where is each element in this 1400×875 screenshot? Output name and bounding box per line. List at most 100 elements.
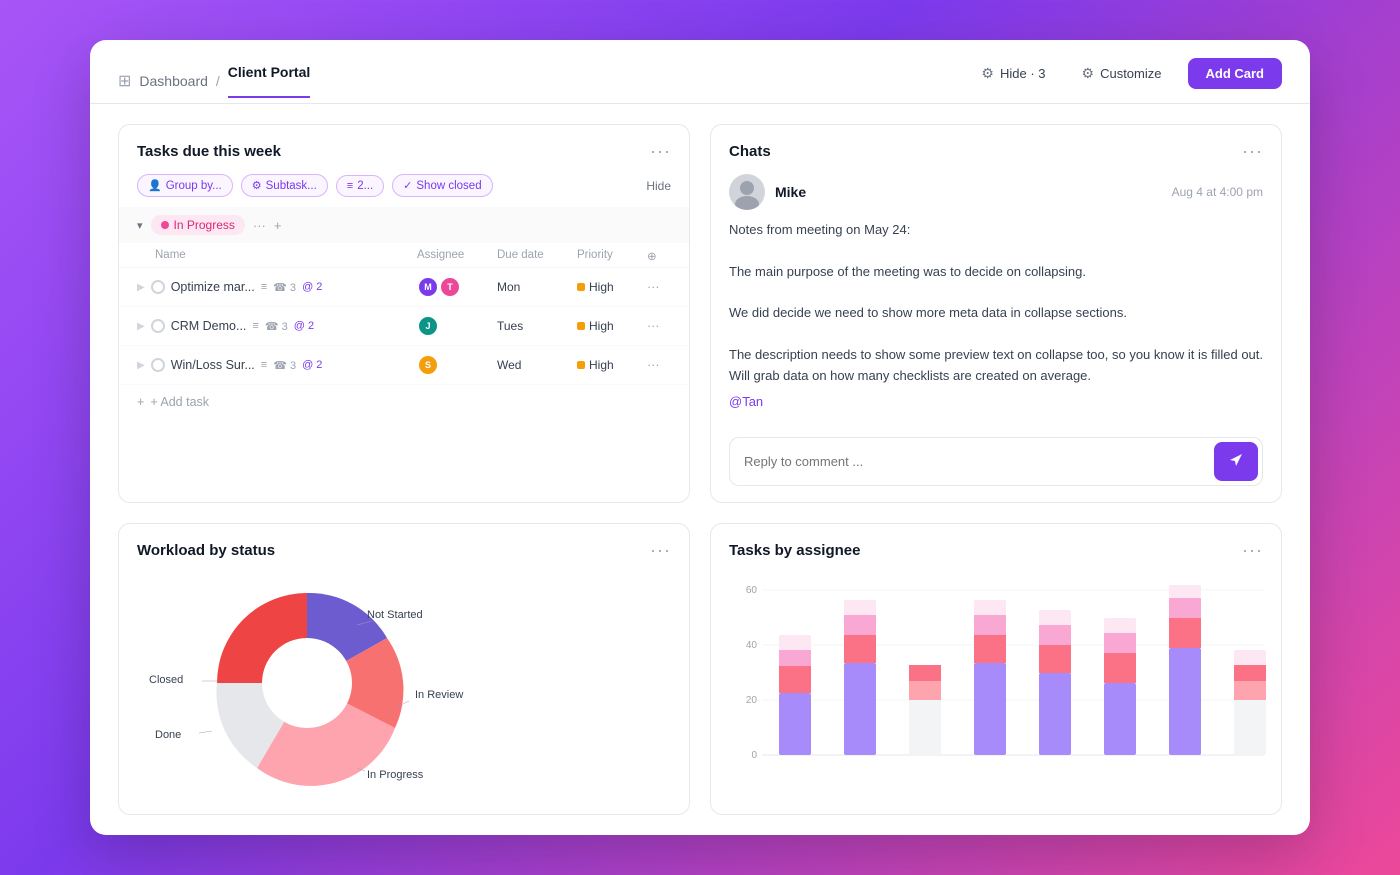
priority-indicator	[577, 361, 585, 369]
task-name[interactable]: Win/Loss Sur...	[171, 358, 255, 372]
priority-label: High	[589, 280, 614, 294]
priority-badge: High	[577, 280, 647, 294]
assignee-avatars: S	[417, 354, 497, 376]
svg-text:Done: Done	[155, 729, 181, 741]
task-count: @ 2	[294, 320, 314, 332]
svg-text:In Progress: In Progress	[367, 769, 424, 781]
section-actions: ··· +	[253, 218, 282, 233]
table-row: ▶ Optimize mar... ≡ ☎ 3 @ 2 M T Mon High…	[119, 268, 689, 307]
subtask-icon: ⚙	[252, 179, 262, 192]
task-count: @ 2	[302, 281, 322, 293]
row-chevron[interactable]: ▶	[137, 321, 145, 332]
dashboard-icon: ⊞	[118, 71, 131, 91]
due-date: Mon	[497, 280, 577, 294]
task-phone-icon: ☎ 3	[273, 359, 296, 372]
pie-chart: Not Started In Review In Progress Done C…	[137, 573, 477, 793]
due-date: Wed	[497, 358, 577, 372]
add-task-button[interactable]: + + Add task	[119, 385, 689, 419]
status-badge: In Progress	[151, 215, 245, 235]
svg-text:0: 0	[751, 750, 757, 761]
task-circle[interactable]	[151, 358, 165, 372]
priority-indicator	[577, 322, 585, 330]
priority-indicator	[577, 283, 585, 291]
pie-chart-body: Not Started In Review In Progress Done C…	[119, 573, 689, 814]
chat-text: Notes from meeting on May 24: The main p…	[729, 220, 1263, 386]
chat-reply-area	[729, 437, 1263, 486]
assignee-card-menu[interactable]: ···	[1242, 540, 1263, 561]
add-column-icon[interactable]: ⊕	[647, 249, 671, 263]
check-icon: ✓	[403, 179, 412, 192]
filter-closed-pill[interactable]: ✓ Show closed	[392, 174, 492, 197]
table-row: ▶ Win/Loss Sur... ≡ ☎ 3 @ 2 S Wed High ·…	[119, 346, 689, 385]
workload-card-header: Workload by status ···	[119, 524, 689, 573]
section-chevron[interactable]: ▾	[137, 219, 143, 232]
task-count: @ 2	[302, 359, 322, 371]
svg-text:20: 20	[746, 695, 758, 706]
task-section-header: ▾ In Progress ··· +	[119, 207, 689, 243]
tasks-card-menu[interactable]: ···	[650, 141, 671, 162]
header: ⊞ Dashboard / Client Portal ⚙ Hide · 3 ⚙…	[90, 40, 1310, 104]
main-container: ⊞ Dashboard / Client Portal ⚙ Hide · 3 ⚙…	[90, 40, 1310, 835]
reply-input[interactable]	[730, 442, 1210, 481]
filter-icon: ≡	[347, 180, 353, 192]
avatar: M	[417, 276, 439, 298]
add-card-button[interactable]: Add Card	[1188, 58, 1283, 89]
task-phone-icon: ☎ 3	[265, 320, 288, 333]
row-chevron[interactable]: ▶	[137, 360, 145, 371]
chat-timestamp: Aug 4 at 4:00 pm	[1172, 185, 1263, 199]
header-actions: ⚙ Hide · 3 ⚙ Customize Add Card	[971, 58, 1282, 103]
chats-card-menu[interactable]: ···	[1242, 141, 1263, 162]
breadcrumb-dashboard[interactable]: Dashboard	[139, 73, 208, 89]
plus-icon: +	[137, 395, 144, 409]
bar-chart-container: 60 40 20 0	[711, 573, 1281, 814]
filter-icon: ⚙	[981, 65, 994, 82]
task-name[interactable]: CRM Demo...	[171, 319, 247, 333]
chat-body: Mike Aug 4 at 4:00 pm Notes from meeting…	[711, 174, 1281, 425]
customize-button[interactable]: ⚙ Customize	[1072, 59, 1172, 88]
breadcrumb-current-page: Client Portal	[228, 64, 310, 98]
avatar: J	[417, 315, 439, 337]
tasks-filters: 👤 Group by... ⚙ Subtask... ≡ 2... ✓ Show…	[119, 174, 689, 207]
task-circle[interactable]	[151, 319, 165, 333]
status-dot	[161, 221, 169, 229]
svg-text:Not Started: Not Started	[367, 609, 423, 621]
avatar	[729, 174, 765, 210]
assignee-avatars: M T	[417, 276, 497, 298]
task-meta-icons: ≡	[252, 320, 258, 332]
send-button[interactable]	[1214, 442, 1258, 481]
hide-button[interactable]: ⚙ Hide · 3	[971, 59, 1055, 88]
content-grid: Tasks due this week ··· 👤 Group by... ⚙ …	[90, 104, 1310, 835]
svg-text:Closed: Closed	[149, 674, 183, 686]
chat-mention[interactable]: @Tan	[729, 394, 1263, 409]
group-icon: 👤	[148, 179, 162, 192]
priority-label: High	[589, 358, 614, 372]
row-more[interactable]: ···	[647, 280, 671, 294]
filter-num-pill[interactable]: ≡ 2...	[336, 175, 384, 197]
row-more[interactable]: ···	[647, 319, 671, 333]
row-more[interactable]: ···	[647, 358, 671, 372]
task-name[interactable]: Optimize mar...	[171, 280, 255, 294]
chats-card-header: Chats ···	[711, 125, 1281, 174]
assignee-card-header: Tasks by assignee ···	[711, 524, 1281, 573]
chat-message-header: Mike Aug 4 at 4:00 pm	[729, 174, 1263, 210]
task-table-header: Name Assignee Due date Priority ⊕	[119, 243, 689, 268]
svg-text:40: 40	[746, 640, 758, 651]
tasks-card: Tasks due this week ··· 👤 Group by... ⚙ …	[118, 124, 690, 503]
row-chevron[interactable]: ▶	[137, 282, 145, 293]
priority-badge: High	[577, 358, 647, 372]
task-meta-icons: ≡	[261, 281, 267, 293]
filter-subtask-pill[interactable]: ⚙ Subtask...	[241, 174, 328, 197]
task-circle[interactable]	[151, 280, 165, 294]
workload-card-menu[interactable]: ···	[650, 540, 671, 561]
section-add[interactable]: +	[274, 218, 282, 233]
section-more[interactable]: ···	[253, 218, 266, 233]
assignee-card: Tasks by assignee ··· 60 40 20 0	[710, 523, 1282, 815]
breadcrumb-separator: /	[216, 73, 220, 89]
assignee-avatars: J	[417, 315, 497, 337]
breadcrumb: ⊞ Dashboard / Client Portal	[118, 64, 310, 98]
filter-group-pill[interactable]: 👤 Group by...	[137, 174, 233, 197]
chat-user: Mike	[729, 174, 806, 210]
avatar: S	[417, 354, 439, 376]
hide-columns-button[interactable]: Hide	[646, 179, 671, 193]
priority-label: High	[589, 319, 614, 333]
